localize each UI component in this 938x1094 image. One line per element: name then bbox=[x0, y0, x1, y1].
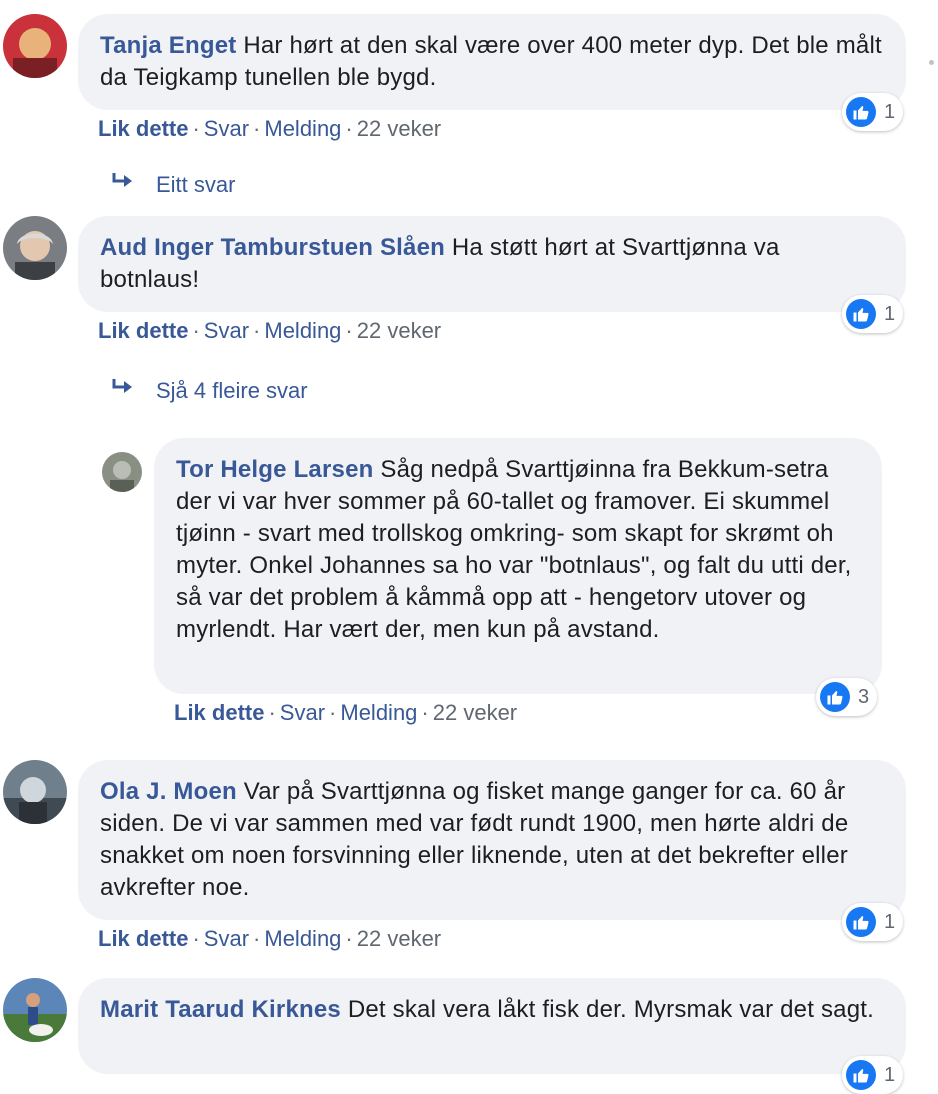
thumbs-up-icon bbox=[846, 97, 876, 127]
comment-bubble: Tanja Enget Har hørt at den skal være ov… bbox=[78, 14, 906, 110]
reaction-number: 1 bbox=[884, 1063, 896, 1086]
like-link[interactable]: Lik dette bbox=[174, 700, 264, 725]
timestamp[interactable]: 22 veker bbox=[357, 318, 441, 343]
reaction-number: 1 bbox=[884, 910, 896, 933]
view-replies-label: Eitt svar bbox=[156, 172, 236, 197]
reaction-number: 3 bbox=[858, 685, 870, 708]
thumbs-up-icon bbox=[846, 907, 876, 937]
message-link[interactable]: Melding bbox=[340, 700, 417, 725]
comment-actions: Lik dette · Svar · Melding · 22 veker bbox=[98, 926, 442, 951]
reply-link[interactable]: Svar bbox=[280, 700, 325, 725]
view-replies-link[interactable]: Eitt svar bbox=[110, 170, 235, 201]
timestamp[interactable]: 22 veker bbox=[433, 700, 517, 725]
like-link[interactable]: Lik dette bbox=[98, 318, 188, 343]
reaction-number: 1 bbox=[884, 100, 896, 123]
comment-text: Det skal vera låkt fisk der. Myrsmak var… bbox=[347, 996, 874, 1023]
scroll-indicator-dot bbox=[929, 60, 934, 65]
comment-bubble: Aud Inger Tamburstuen Slåen Ha støtt hør… bbox=[78, 216, 906, 312]
comment-actions: Lik dette · Svar · Melding · 22 veker bbox=[174, 700, 518, 725]
view-more-replies-link[interactable]: Sjå 4 fleire svar bbox=[110, 376, 308, 407]
avatar[interactable] bbox=[3, 14, 67, 78]
reaction-number: 1 bbox=[884, 302, 896, 325]
comment-author[interactable]: Marit Taarud Kirknes bbox=[100, 996, 341, 1023]
message-link[interactable]: Melding bbox=[264, 116, 341, 141]
timestamp[interactable]: 22 veker bbox=[357, 116, 441, 141]
thumbs-up-icon bbox=[846, 1060, 876, 1090]
avatar[interactable] bbox=[3, 978, 67, 1042]
comment-actions: Lik dette · Svar · Melding · 22 veker bbox=[98, 318, 442, 343]
reply-link[interactable]: Svar bbox=[204, 318, 249, 343]
reply-bubble: Tor Helge Larsen Såg nedpå Svarttjøinna … bbox=[154, 438, 882, 694]
reaction-count[interactable]: 1 bbox=[842, 295, 904, 333]
comment-author[interactable]: Ola J. Moen bbox=[100, 778, 237, 805]
reply-arrow-icon bbox=[110, 171, 136, 201]
thumbs-up-icon bbox=[820, 682, 850, 712]
reaction-count[interactable]: 1 bbox=[842, 1056, 904, 1094]
reaction-count[interactable]: 1 bbox=[842, 93, 904, 131]
message-link[interactable]: Melding bbox=[264, 926, 341, 951]
reply-link[interactable]: Svar bbox=[204, 116, 249, 141]
reaction-count[interactable]: 3 bbox=[816, 678, 878, 716]
comment-author[interactable]: Tor Helge Larsen bbox=[176, 456, 373, 483]
view-replies-label: Sjå 4 fleire svar bbox=[156, 378, 308, 403]
avatar[interactable] bbox=[3, 216, 67, 280]
timestamp[interactable]: 22 veker bbox=[357, 926, 441, 951]
reply-arrow-icon bbox=[110, 377, 136, 407]
comment-actions: Lik dette · Svar · Melding · 22 veker bbox=[98, 116, 442, 141]
like-link[interactable]: Lik dette bbox=[98, 116, 188, 141]
reply-link[interactable]: Svar bbox=[204, 926, 249, 951]
comment-text: Såg nedpå Svarttjøinna fra Bekkum-setra … bbox=[176, 456, 852, 643]
comment-author[interactable]: Aud Inger Tamburstuen Slåen bbox=[100, 234, 445, 261]
message-link[interactable]: Melding bbox=[264, 318, 341, 343]
avatar[interactable] bbox=[102, 452, 142, 492]
reaction-count[interactable]: 1 bbox=[842, 903, 904, 941]
comment-author[interactable]: Tanja Enget bbox=[100, 32, 236, 59]
comment-bubble: Marit Taarud Kirknes Det skal vera låkt … bbox=[78, 978, 906, 1074]
thumbs-up-icon bbox=[846, 299, 876, 329]
comment-bubble: Ola J. Moen Var på Svarttjønna og fisket… bbox=[78, 760, 906, 920]
like-link[interactable]: Lik dette bbox=[98, 926, 188, 951]
avatar[interactable] bbox=[3, 760, 67, 824]
